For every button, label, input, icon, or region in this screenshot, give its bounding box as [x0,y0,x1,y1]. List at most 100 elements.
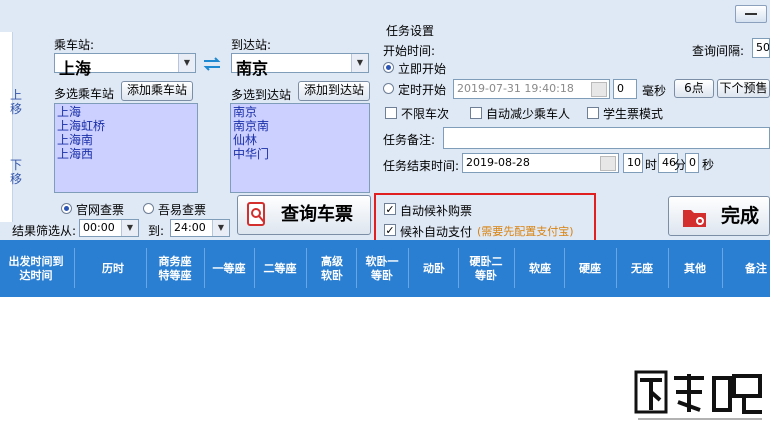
from-station-label: 乘车站: [54,38,95,52]
finish-button[interactable]: 完成 [668,196,770,236]
calendar-icon [600,156,616,171]
folder-gear-icon [681,204,709,230]
unlimited-train-label: 不限车次 [401,107,450,121]
official-query-label: 官网查票 [76,203,125,217]
query-tickets-button[interactable]: 查询车票 [237,195,371,235]
filter-from-value: 00:00 [83,221,115,234]
column-header-deluxe-sleeper[interactable]: 高级软卧 [309,240,355,297]
order-strip [0,32,13,222]
to-station-label: 到达站: [231,38,272,52]
from-station-select[interactable]: 上海 ▼ [54,53,196,78]
column-header-time[interactable]: 出发时间到达时间 [6,240,66,297]
highlight-box [374,193,596,247]
column-divider [146,248,147,288]
official-query-radio[interactable] [61,203,72,214]
student-mode-checkbox[interactable] [587,107,599,119]
to-station-select[interactable]: 南京 ▼ [231,53,369,78]
title-bar [0,0,770,29]
task-settings-title: 任务设置 [386,24,435,38]
swap-arrows-icon[interactable] [203,57,221,71]
from-station-value: 上海 [59,59,92,78]
end-second-input[interactable]: 0 [685,153,699,173]
column-header-remark[interactable]: 备注 [745,240,770,297]
results-table-header: 出发时间到达时间 历时 商务座特等座 一等座 二等座 高级软卧 软卧一等卧 动卧… [0,240,770,297]
query-tickets-label: 查询车票 [281,204,353,225]
scheduled-datetime-input[interactable]: 2019-07-31 19:40:18 [453,79,610,99]
add-from-station-button[interactable]: 添加乘车站 [121,81,193,101]
end-time-label: 任务结束时间: [383,159,460,173]
column-header-second-class[interactable]: 二等座 [256,240,304,297]
second-unit: 秒 [702,158,715,172]
scheduled-start-label: 定时开始 [398,83,447,97]
list-item[interactable]: 上海 [57,105,195,119]
column-divider [356,248,357,288]
list-item[interactable]: 上海南 [57,133,195,147]
chevron-down-icon: ▼ [121,220,138,236]
list-item[interactable]: 南京南 [233,119,367,133]
student-mode-label: 学生票模式 [603,107,664,121]
six-oclock-button[interactable]: 6点 [674,79,714,98]
column-divider [204,248,205,288]
end-date-input[interactable]: 2019-08-28 [462,153,619,173]
multi-to-list[interactable]: 南京 南京南 仙林 中华门 [230,103,370,193]
scheduled-start-radio[interactable] [383,83,394,94]
column-header-duration[interactable]: 历时 [85,240,141,297]
list-item[interactable]: 仙林 [233,133,367,147]
auto-reduce-checkbox[interactable] [470,107,482,119]
calendar-icon [591,82,607,97]
list-item[interactable]: 上海西 [57,147,195,161]
column-header-hard-seat[interactable]: 硬座 [566,240,614,297]
finish-label: 完成 [721,205,760,227]
chevron-down-icon: ▼ [178,54,195,72]
column-header-motor-sleeper[interactable]: 动卧 [410,240,458,297]
multi-from-label: 多选乘车站 [54,87,115,101]
column-divider [458,248,459,288]
site-watermark-logo [634,370,766,424]
column-divider [668,248,669,288]
filter-label: 结果筛选从: [12,224,77,238]
filter-to-value: 24:00 [174,221,206,234]
chevron-down-icon: ▼ [351,54,368,72]
ms-input[interactable]: 0 [613,79,637,99]
ms-label: 毫秒 [642,84,667,98]
column-header-no-seat[interactable]: 无座 [618,240,666,297]
column-header-first-class[interactable]: 一等座 [206,240,252,297]
move-down-button[interactable]: 下移 [10,158,24,186]
minimize-icon[interactable] [735,5,767,23]
start-time-label: 开始时间: [383,44,436,58]
filter-to-label: 到: [148,224,165,238]
column-header-other[interactable]: 其他 [670,240,720,297]
task-note-input[interactable] [443,127,770,149]
task-note-label: 任务备注: [383,133,436,147]
list-item[interactable]: 南京 [233,105,367,119]
to-station-value: 南京 [236,59,269,78]
column-divider [722,248,723,288]
add-to-station-button[interactable]: 添加到达站 [298,81,370,101]
multi-to-label: 多选到达站 [231,88,292,102]
column-divider [616,248,617,288]
column-divider [254,248,255,288]
column-divider [74,248,75,288]
list-item[interactable]: 上海虹桥 [57,119,195,133]
immediate-start-radio[interactable] [383,62,394,73]
column-header-business[interactable]: 商务座特等座 [150,240,200,297]
list-item[interactable]: 中华门 [233,147,367,161]
query-interval-label: 查询间隔: [692,44,745,58]
column-header-soft-seat[interactable]: 软座 [516,240,564,297]
multi-from-list[interactable]: 上海 上海虹桥 上海南 上海西 [54,103,198,193]
end-hour-input[interactable]: 10 [623,153,643,173]
unlimited-train-checkbox[interactable] [385,107,397,119]
column-divider [564,248,565,288]
auto-reduce-label: 自动减少乘车人 [486,107,571,121]
wuyi-query-radio[interactable] [143,203,154,214]
column-header-hard-sleeper[interactable]: 硬卧二等卧 [460,240,512,297]
query-interval-input[interactable]: 500 [752,38,770,58]
move-up-button[interactable]: 上移 [10,88,24,116]
wuyi-query-label: 吾易查票 [158,203,207,217]
immediate-start-label: 立即开始 [398,62,447,76]
filter-to-select[interactable]: 24:00 ▼ [170,219,230,237]
next-presale-button[interactable]: 下个预售 [717,79,770,98]
column-divider [408,248,409,288]
column-header-soft-sleeper[interactable]: 软卧一等卧 [358,240,406,297]
filter-from-select[interactable]: 00:00 ▼ [79,219,139,237]
